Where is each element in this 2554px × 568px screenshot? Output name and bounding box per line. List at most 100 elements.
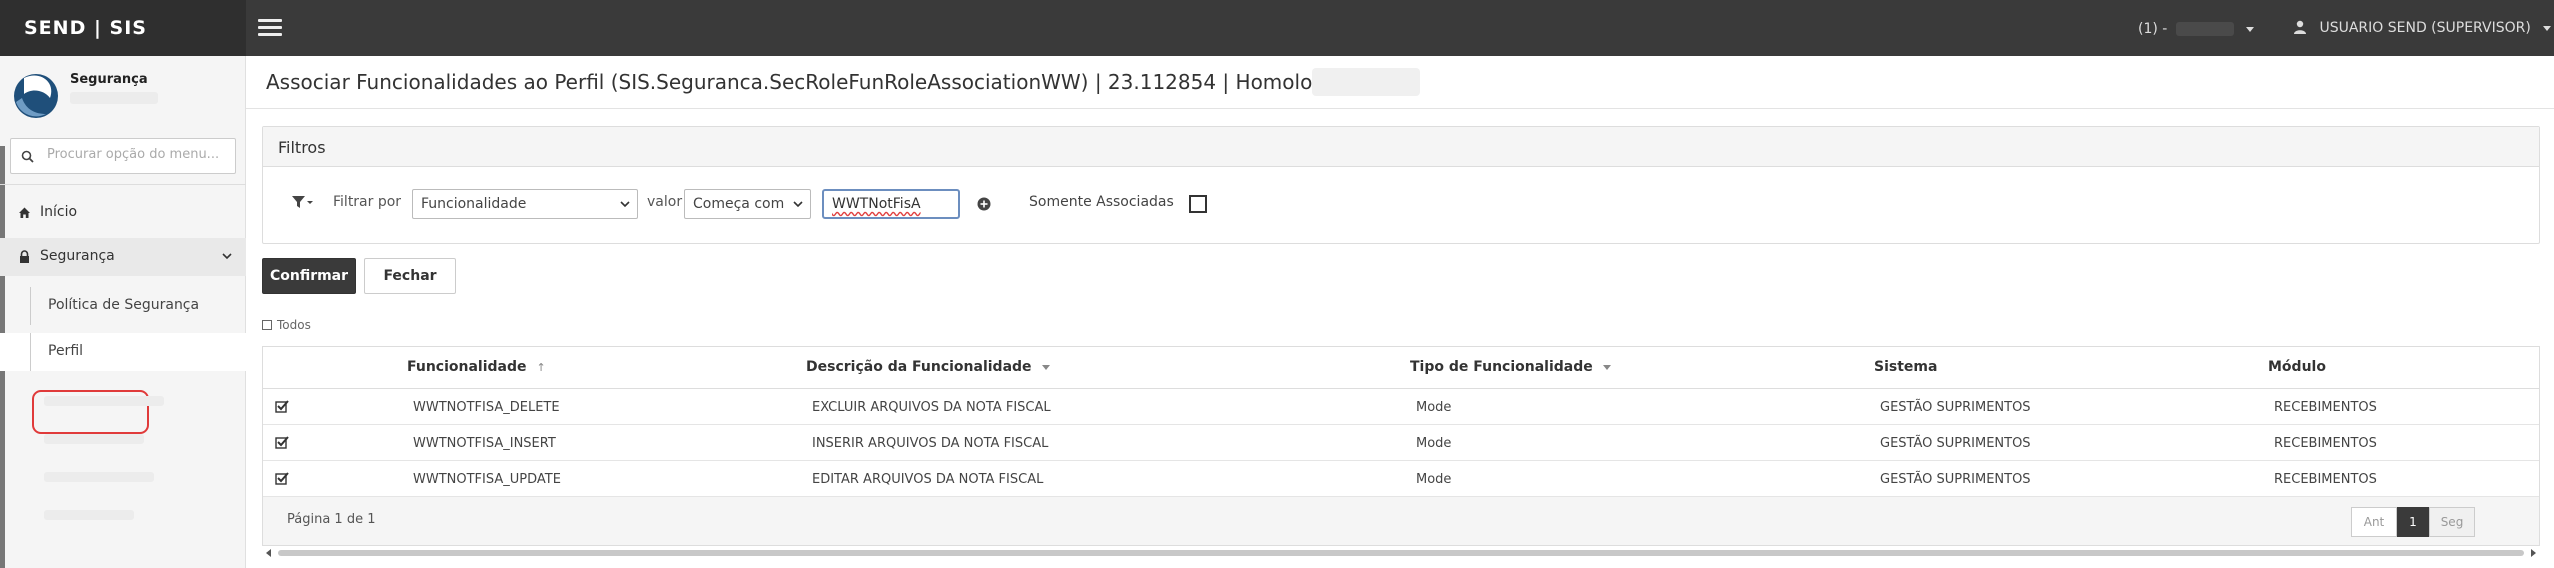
page-title: Associar Funcionalidades ao Perfil (SIS.… <box>266 70 1386 94</box>
row-checkbox-checked-icon[interactable] <box>275 435 289 449</box>
menu-toggle-icon[interactable] <box>258 19 282 37</box>
grid-header: Funcionalidade ↑ Descrição da Funcionalid… <box>263 347 2539 389</box>
filter-icon[interactable] <box>291 195 313 209</box>
column-label: Sistema <box>1874 359 1938 375</box>
sidebar-subitem-perfil[interactable]: Perfil <box>0 333 246 371</box>
user-icon <box>2294 20 2306 34</box>
pagination-prev-button[interactable]: Ant <box>2351 507 2397 537</box>
sidebar-item-redacted <box>44 510 134 520</box>
scrollbar-thumb[interactable] <box>278 550 2524 556</box>
filter-field-value: Funcionalidade <box>421 196 527 212</box>
chevron-down-icon <box>620 201 630 208</box>
tree-line <box>30 287 31 325</box>
row-checkbox-checked-icon[interactable] <box>275 471 289 485</box>
divider <box>246 108 2554 109</box>
cell-descricao: EDITAR ARQUIVOS DA NOTA FISCAL <box>812 472 1044 487</box>
column-label: Descrição da Funcionalidade <box>806 359 1032 375</box>
column-header-funcionalidade[interactable]: Funcionalidade ↑ <box>407 359 546 375</box>
only-associated-label: Somente Associadas <box>1029 194 1174 210</box>
cell-sistema: GESTÃO SUPRIMENTOS <box>1880 472 2031 487</box>
cell-sistema: GESTÃO SUPRIMENTOS <box>1880 400 2031 415</box>
sidebar-item-seguranca[interactable]: Segurança <box>0 238 246 276</box>
environment-name-redacted <box>1312 68 1420 96</box>
close-button[interactable]: Fechar <box>364 258 456 294</box>
select-all-label: Todos <box>277 318 311 332</box>
cell-tipo: Mode <box>1416 400 1452 415</box>
chevron-down-icon <box>793 201 803 208</box>
select-all-checkbox[interactable] <box>262 320 272 330</box>
select-all[interactable]: Todos <box>262 318 311 332</box>
environment-dropdown[interactable]: (1) - <box>2138 21 2255 37</box>
cell-descricao: INSERIR ARQUIVOS DA NOTA FISCAL <box>812 436 1049 451</box>
cell-descricao: EXCLUIR ARQUIVOS DA NOTA FISCAL <box>812 400 1051 415</box>
horizontal-scrollbar[interactable] <box>262 547 2540 559</box>
sort-dropdown-icon <box>1041 364 1050 370</box>
cell-sistema: GESTÃO SUPRIMENTOS <box>1880 436 2031 451</box>
only-associated-checkbox[interactable] <box>1189 195 1207 213</box>
column-header-modulo[interactable]: Módulo <box>2268 359 2326 375</box>
sidebar-item-redacted <box>44 434 144 444</box>
table-row[interactable]: WWTNOTFISA_INSERT INSERIR ARQUIVOS DA NO… <box>263 425 2539 461</box>
column-label: Tipo de Funcionalidade <box>1410 359 1593 375</box>
search-icon <box>21 150 34 163</box>
chevron-down-icon <box>2543 25 2552 31</box>
sidebar-subitem-label: Política de Segurança <box>48 297 200 313</box>
confirm-button[interactable]: Confirmar <box>262 258 356 294</box>
sort-ascending-icon: ↑ <box>536 361 546 374</box>
menu-search[interactable] <box>10 138 236 174</box>
user-name: USUARIO SEND (SUPERVISOR) <box>2319 20 2531 36</box>
functionality-grid: Funcionalidade ↑ Descrição da Funcionalid… <box>262 346 2540 546</box>
environment-label: (1) - <box>2138 21 2168 37</box>
sidebar-item-label: Início <box>40 204 78 220</box>
pagination-next-button[interactable]: Seg <box>2429 507 2475 537</box>
environment-value-redacted <box>2175 22 2234 36</box>
sidebar-subitem-politica-seguranca[interactable]: Política de Segurança <box>0 287 246 325</box>
menu-search-input[interactable] <box>47 147 227 162</box>
filter-value-input[interactable]: WWTNotFisA <box>822 189 960 219</box>
user-menu[interactable]: USUARIO SEND (SUPERVISOR) <box>2293 20 2552 36</box>
cell-tipo: Mode <box>1416 436 1452 451</box>
top-bar: SEND | SIS (1) - USUARIO SEND (SUPERVISO… <box>0 0 2554 56</box>
operator-value: Começa com <box>693 196 785 212</box>
divider <box>0 184 246 185</box>
operator-select[interactable]: Começa com <box>684 189 811 219</box>
sidebar-subitem-label: Perfil <box>48 343 84 359</box>
home-icon <box>19 207 30 218</box>
sidebar-item-label: Segurança <box>40 248 115 264</box>
chevron-down-icon <box>2246 26 2255 32</box>
filter-field-select[interactable]: Funcionalidade <box>412 189 638 219</box>
column-label: Funcionalidade <box>407 359 527 375</box>
filter-value-text: WWTNotFisA <box>832 196 921 212</box>
table-row[interactable]: WWTNOTFISA_UPDATE EDITAR ARQUIVOS DA NOT… <box>263 461 2539 497</box>
main-content: Associar Funcionalidades ao Perfil (SIS.… <box>246 56 2554 568</box>
sidebar-item-inicio[interactable]: Início <box>0 194 246 232</box>
cell-modulo: RECEBIMENTOS <box>2274 436 2377 451</box>
scroll-right-icon[interactable] <box>2531 549 2536 557</box>
app-logo <box>14 74 58 118</box>
cell-tipo: Mode <box>1416 472 1452 487</box>
app-title: Segurança <box>70 72 148 87</box>
sidebar: Segurança Início Segurança Política de S… <box>0 56 246 568</box>
filter-panel-title: Filtros <box>263 127 2539 167</box>
app-subtitle-redacted <box>70 92 158 104</box>
column-header-descricao[interactable]: Descrição da Funcionalidade <box>806 359 1050 375</box>
row-checkbox-checked-icon[interactable] <box>275 399 289 413</box>
sidebar-item-redacted <box>44 472 154 482</box>
sort-dropdown-icon <box>1602 364 1611 370</box>
cell-funcionalidade: WWTNOTFISA_INSERT <box>413 436 556 451</box>
add-filter-icon[interactable] <box>977 197 991 211</box>
filter-panel: Filtros Filtrar por Funcionalidade valor… <box>262 126 2540 244</box>
pagination-page-button[interactable]: 1 <box>2397 507 2429 537</box>
cell-modulo: RECEBIMENTOS <box>2274 400 2377 415</box>
column-label: Módulo <box>2268 359 2326 375</box>
column-header-sistema[interactable]: Sistema <box>1874 359 1937 375</box>
value-label: valor <box>647 194 683 210</box>
table-row[interactable]: WWTNOTFISA_DELETE EXCLUIR ARQUIVOS DA NO… <box>263 389 2539 425</box>
chevron-down-icon <box>222 253 232 260</box>
brand-logo[interactable]: SEND | SIS <box>0 0 246 56</box>
scroll-left-icon[interactable] <box>266 549 271 557</box>
column-header-tipo[interactable]: Tipo de Funcionalidade <box>1410 359 1611 375</box>
cell-funcionalidade: WWTNOTFISA_UPDATE <box>413 472 561 487</box>
filter-by-label: Filtrar por <box>333 194 402 210</box>
tree-line <box>30 333 31 371</box>
